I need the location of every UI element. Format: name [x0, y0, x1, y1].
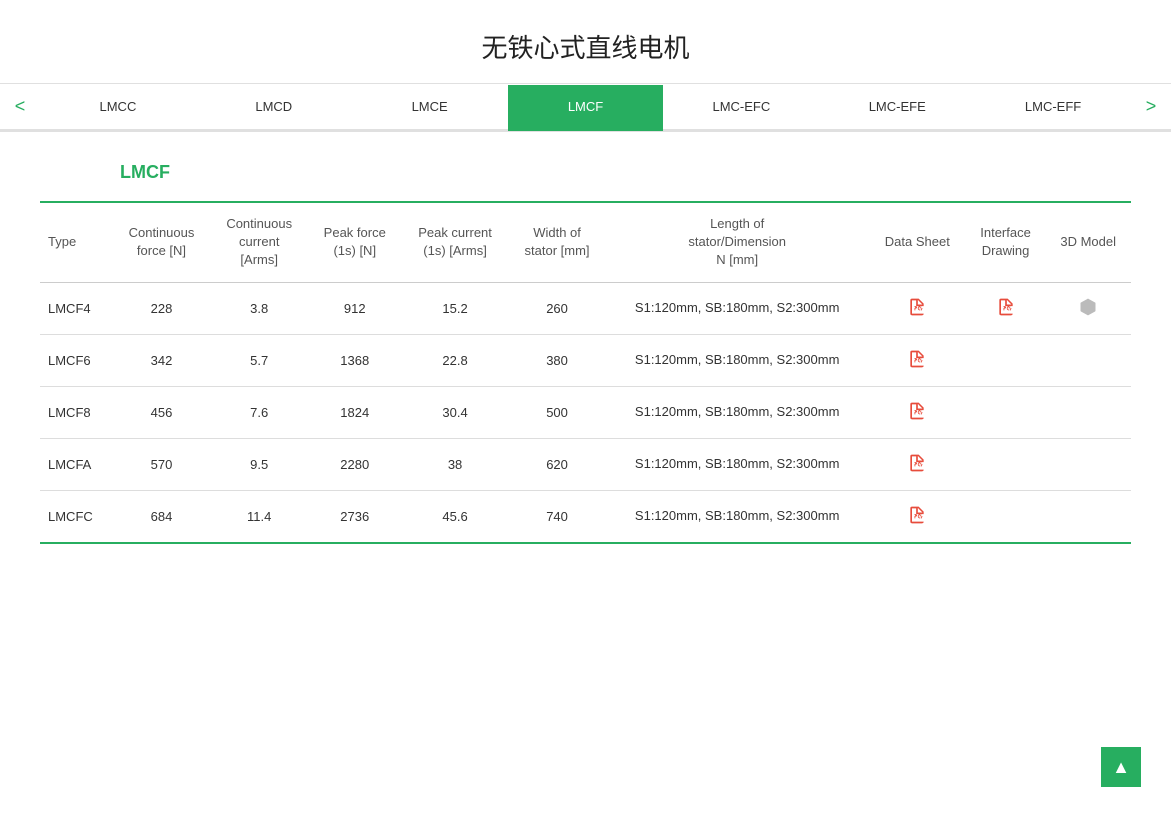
col-type: Type	[40, 202, 113, 282]
product-type: LMCF4	[40, 282, 113, 334]
table-cell: S1:120mm, SB:180mm, S2:300mm	[605, 438, 868, 490]
data-sheet-pdf-icon[interactable]	[869, 334, 966, 386]
tab-LMCC[interactable]: LMCC	[40, 85, 196, 131]
table-row: LMCF42283.891215.2260S1:120mm, SB:180mm,…	[40, 282, 1131, 334]
table-row: LMCF63425.7136822.8380S1:120mm, SB:180mm…	[40, 334, 1131, 386]
table-cell: 260	[509, 282, 606, 334]
col-length-stator: Length ofstator/DimensionN [mm]	[605, 202, 868, 282]
empty-cell	[1045, 438, 1131, 490]
table-cell: 15.2	[401, 282, 508, 334]
table-cell: S1:120mm, SB:180mm, S2:300mm	[605, 334, 868, 386]
table-cell: 11.4	[210, 490, 308, 543]
col-peak-force: Peak force(1s) [N]	[308, 202, 401, 282]
tab-LMCE[interactable]: LMCE	[352, 85, 508, 131]
table-cell: 3.8	[210, 282, 308, 334]
tab-bar: < LMCC LMCD LMCE LMCF LMC-EFC LMC-EFE LM…	[0, 83, 1171, 132]
table-cell: 30.4	[401, 386, 508, 438]
section-title: LMCF	[120, 162, 1131, 183]
table-cell: 912	[308, 282, 401, 334]
col-peak-current: Peak current(1s) [Arms]	[401, 202, 508, 282]
col-continuous-current: Continuouscurrent[Arms]	[210, 202, 308, 282]
data-sheet-pdf-icon[interactable]	[869, 282, 966, 334]
table-cell: S1:120mm, SB:180mm, S2:300mm	[605, 386, 868, 438]
product-type: LMCFC	[40, 490, 113, 543]
table-cell: 228	[113, 282, 211, 334]
table-cell: 456	[113, 386, 211, 438]
tab-LMC-EFE[interactable]: LMC-EFE	[819, 85, 975, 131]
col-3d-model: 3D Model	[1045, 202, 1131, 282]
table-cell: 380	[509, 334, 606, 386]
table-cell: 5.7	[210, 334, 308, 386]
empty-cell	[966, 386, 1046, 438]
table-cell: 2736	[308, 490, 401, 543]
table-cell: 22.8	[401, 334, 508, 386]
empty-cell	[966, 490, 1046, 543]
table-cell: 1368	[308, 334, 401, 386]
empty-cell	[1045, 334, 1131, 386]
table-cell: S1:120mm, SB:180mm, S2:300mm	[605, 490, 868, 543]
content-area: LMCF Type Continuousforce [N] Continuous…	[0, 132, 1171, 584]
table-cell: 7.6	[210, 386, 308, 438]
product-type: LMCFA	[40, 438, 113, 490]
table-cell: 45.6	[401, 490, 508, 543]
table-cell: 620	[509, 438, 606, 490]
table-cell: S1:120mm, SB:180mm, S2:300mm	[605, 282, 868, 334]
product-type: LMCF6	[40, 334, 113, 386]
col-continuous-force: Continuousforce [N]	[113, 202, 211, 282]
empty-cell	[1045, 490, 1131, 543]
tab-LMC-EFC[interactable]: LMC-EFC	[663, 85, 819, 131]
tab-prev-arrow[interactable]: <	[0, 84, 40, 129]
data-sheet-pdf-icon[interactable]	[869, 386, 966, 438]
table-row: LMCFA5709.5228038620S1:120mm, SB:180mm, …	[40, 438, 1131, 490]
tabs-container: LMCC LMCD LMCE LMCF LMC-EFC LMC-EFE LMC-…	[40, 85, 1131, 128]
table-cell: 342	[113, 334, 211, 386]
table-cell: 1824	[308, 386, 401, 438]
col-width-stator: Width ofstator [mm]	[509, 202, 606, 282]
data-sheet-pdf-icon[interactable]	[869, 438, 966, 490]
tab-LMCD[interactable]: LMCD	[196, 85, 352, 131]
product-type: LMCF8	[40, 386, 113, 438]
page-title: 无铁心式直线电机	[0, 0, 1171, 83]
table-cell: 740	[509, 490, 606, 543]
table-cell: 9.5	[210, 438, 308, 490]
scroll-top-button[interactable]: ▲	[1101, 747, 1141, 787]
table-cell: 570	[113, 438, 211, 490]
col-interface-drawing: InterfaceDrawing	[966, 202, 1046, 282]
table-cell: 38	[401, 438, 508, 490]
tab-next-arrow[interactable]: >	[1131, 84, 1171, 129]
data-sheet-pdf-icon[interactable]	[869, 490, 966, 543]
table-cell: 500	[509, 386, 606, 438]
table-cell: 2280	[308, 438, 401, 490]
table-row: LMCF84567.6182430.4500S1:120mm, SB:180mm…	[40, 386, 1131, 438]
table-header-row: Type Continuousforce [N] Continuouscurre…	[40, 202, 1131, 282]
product-table: Type Continuousforce [N] Continuouscurre…	[40, 201, 1131, 544]
interface-drawing-pdf-icon[interactable]	[966, 282, 1046, 334]
empty-cell	[966, 438, 1046, 490]
tab-LMC-EFF[interactable]: LMC-EFF	[975, 85, 1131, 131]
col-data-sheet: Data Sheet	[869, 202, 966, 282]
table-cell: 684	[113, 490, 211, 543]
empty-cell	[1045, 386, 1131, 438]
empty-cell	[966, 334, 1046, 386]
tab-LMCF[interactable]: LMCF	[508, 85, 664, 131]
3d-model-icon[interactable]	[1045, 282, 1131, 334]
table-row: LMCFC68411.4273645.6740S1:120mm, SB:180m…	[40, 490, 1131, 543]
